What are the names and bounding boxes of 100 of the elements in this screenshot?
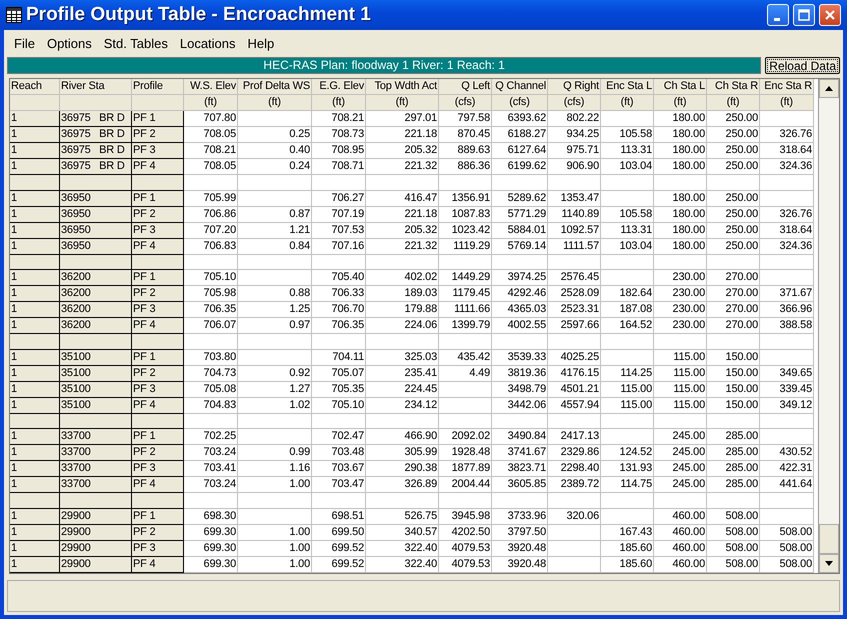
table-cell: PF 4 xyxy=(132,318,184,334)
table-cell: 3741.67 xyxy=(492,445,548,462)
table-cell: 339.45 xyxy=(760,382,814,398)
table-cell: 324.36 xyxy=(760,159,814,175)
table-cell: 0.24 xyxy=(238,159,312,175)
table-cell: 707.80 xyxy=(184,111,238,127)
table-cell: 706.83 xyxy=(184,238,238,255)
table-cell: 234.12 xyxy=(366,398,439,414)
unit-header: (ft) xyxy=(707,95,760,111)
table-cell: 36975 BR D xyxy=(60,143,132,159)
table-cell: 2528.09 xyxy=(548,286,601,302)
table-cell: 29900 xyxy=(60,556,132,573)
scroll-thumb[interactable] xyxy=(819,524,839,554)
table-cell: 708.73 xyxy=(312,127,366,143)
table-cell: 2417.13 xyxy=(548,429,601,446)
column-header: Profile xyxy=(132,79,184,95)
table-cell: 3490.84 xyxy=(492,429,548,446)
table-cell: PF 2 xyxy=(132,366,184,382)
scroll-down-button[interactable] xyxy=(819,554,839,573)
table-cell: 318.64 xyxy=(760,222,814,239)
reload-button[interactable]: Reload Data xyxy=(765,57,840,74)
table-cell: 934.25 xyxy=(548,127,601,143)
table-cell: 36950 xyxy=(60,222,132,239)
table-cell: 250.00 xyxy=(707,190,760,207)
table-cell: 349.12 xyxy=(760,398,814,414)
maximize-icon xyxy=(798,9,810,21)
table-cell: 699.30 xyxy=(184,540,238,557)
close-button[interactable] xyxy=(819,4,841,26)
table-cell: 705.99 xyxy=(184,190,238,207)
column-header: Enc Sta R xyxy=(760,79,814,95)
table-cell: 1 xyxy=(10,429,60,446)
table-cell: 250.00 xyxy=(707,159,760,175)
table-cell: 699.52 xyxy=(312,556,366,573)
table-cell: 1.00 xyxy=(238,477,312,494)
table-cell: 1 xyxy=(10,445,60,462)
table-cell: 221.32 xyxy=(366,159,439,175)
table-cell: 324.36 xyxy=(760,238,814,255)
scrollbar[interactable] xyxy=(818,79,839,573)
table-cell: 1 xyxy=(10,461,60,478)
table-cell: 4501.21 xyxy=(548,382,601,398)
table-cell: 36950 xyxy=(60,238,132,255)
table-cell: 508.00 xyxy=(707,508,760,525)
menu-item[interactable]: File xyxy=(8,34,41,53)
table-cell: 1119.29 xyxy=(439,238,492,255)
table-cell: 699.30 xyxy=(184,556,238,573)
table-cell: 179.88 xyxy=(366,302,439,318)
menu-item[interactable]: Help xyxy=(242,34,280,53)
table-cell: 705.10 xyxy=(312,398,366,414)
table-cell: 508.00 xyxy=(707,556,760,573)
scroll-up-button[interactable] xyxy=(819,79,839,98)
table-cell: 36200 xyxy=(60,286,132,302)
menu-item[interactable]: Locations xyxy=(174,34,242,53)
table-cell: PF 4 xyxy=(132,159,184,175)
table-cell: PF 1 xyxy=(132,350,184,366)
table-cell: 285.00 xyxy=(707,429,760,446)
table-cell: 706.86 xyxy=(184,206,238,223)
table-cell: 270.00 xyxy=(707,286,760,302)
table-cell: PF 4 xyxy=(132,556,184,573)
unit-header: (cfs) xyxy=(439,95,492,111)
table-cell: 115.00 xyxy=(654,350,707,366)
table-cell: 1449.29 xyxy=(439,270,492,286)
table-icon xyxy=(6,7,22,23)
menu-item[interactable]: Options xyxy=(40,34,98,53)
table-cell: PF 2 xyxy=(132,286,184,302)
table-cell: 1111.66 xyxy=(439,302,492,318)
table-cell: 1.00 xyxy=(238,540,312,557)
unit-header: (ft) xyxy=(601,95,654,111)
column-header: E.G. Elev xyxy=(312,79,366,95)
table-cell: 230.00 xyxy=(654,302,707,318)
table-cell: 430.52 xyxy=(760,445,814,462)
menu-item[interactable]: Std. Tables xyxy=(98,34,174,53)
table-cell: 1 xyxy=(10,222,60,239)
table-cell: 3945.98 xyxy=(439,508,492,525)
table-cell: 704.73 xyxy=(184,366,238,382)
table-cell: 3974.25 xyxy=(492,270,548,286)
table-cell: 460.00 xyxy=(654,556,707,573)
table-cell: 33700 xyxy=(60,445,132,462)
table-cell: 699.30 xyxy=(184,524,238,541)
table-cell: PF 1 xyxy=(132,111,184,127)
minimize-button[interactable] xyxy=(767,4,789,26)
unit-header: (ft) xyxy=(184,95,238,111)
table-cell: 0.92 xyxy=(238,366,312,382)
table-cell: 250.00 xyxy=(707,143,760,159)
table-cell: 0.99 xyxy=(238,445,312,462)
table-cell: 35100 xyxy=(60,350,132,366)
table-cell: 270.00 xyxy=(707,302,760,318)
table-cell: 36950 xyxy=(60,206,132,223)
table-cell: 182.64 xyxy=(601,286,654,302)
table-cell: 1.27 xyxy=(238,382,312,398)
maximize-button[interactable] xyxy=(793,4,815,26)
table-cell: 29900 xyxy=(60,524,132,541)
table-cell: 285.00 xyxy=(707,445,760,462)
table-cell: 1 xyxy=(10,350,60,366)
column-header: Ch Sta R xyxy=(707,79,760,95)
table-cell: 703.47 xyxy=(312,477,366,494)
table-cell: 698.30 xyxy=(184,508,238,525)
table-cell: 36200 xyxy=(60,270,132,286)
table-cell: 1 xyxy=(10,143,60,159)
table-cell: 4292.46 xyxy=(492,286,548,302)
table-cell: 1 xyxy=(10,270,60,286)
